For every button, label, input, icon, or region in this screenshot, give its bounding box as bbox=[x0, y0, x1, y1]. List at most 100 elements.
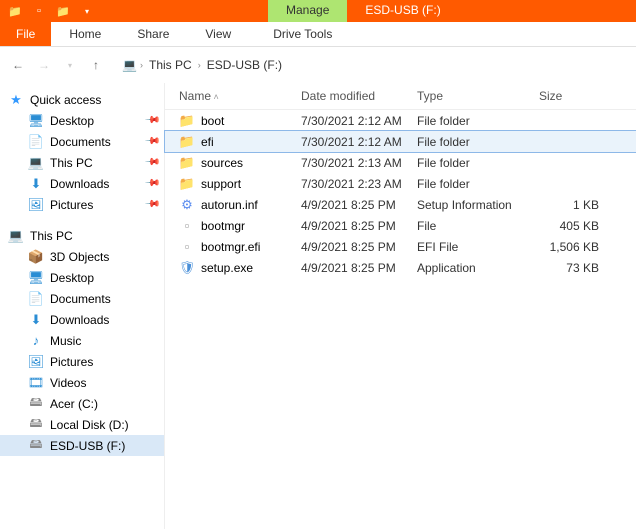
column-header-size[interactable]: Size bbox=[531, 89, 611, 103]
breadcrumb-segment[interactable]: ESD-USB (F:) bbox=[203, 58, 286, 72]
column-header-name[interactable]: Name bbox=[165, 89, 293, 103]
sidebar-item[interactable]: ♪ Music bbox=[0, 330, 164, 351]
sidebar-item[interactable]: 🖴Local Disk (D:) bbox=[0, 414, 164, 435]
qat-dropdown-icon[interactable]: ▾ bbox=[76, 2, 98, 20]
manage-context-tab[interactable]: Manage bbox=[268, 0, 347, 22]
recent-dropdown-icon[interactable]: ▾ bbox=[60, 55, 80, 75]
file-row[interactable]: 📁boot7/30/2021 2:12 AMFile folder bbox=[165, 110, 636, 131]
drive-icon: 🖴 bbox=[28, 417, 44, 433]
sidebar-item[interactable]: 📄Documents bbox=[0, 288, 164, 309]
ribbon-tabs: File Home Share View Drive Tools bbox=[0, 22, 636, 47]
sidebar-item-label: Downloads bbox=[50, 177, 109, 191]
sidebar-item-label: Downloads bbox=[50, 313, 109, 327]
address-bar[interactable]: 💻 › This PC › ESD-USB (F:) bbox=[122, 58, 286, 72]
folder-icon: 📁 bbox=[179, 134, 195, 150]
file-type-cell: File folder bbox=[409, 135, 531, 149]
pin-icon: 📌 bbox=[143, 175, 160, 192]
qat-folder-icon[interactable]: 📁 bbox=[52, 2, 74, 20]
forward-button[interactable]: → bbox=[34, 55, 54, 75]
column-headers: Name Date modified Type Size bbox=[165, 83, 636, 110]
file-name-cell: ⚙autorun.inf bbox=[171, 197, 293, 213]
sidebar-item[interactable]: ⬇Downloads bbox=[0, 309, 164, 330]
file-name-cell: ▫bootmgr bbox=[171, 218, 293, 234]
file-size-cell: 1 KB bbox=[531, 198, 611, 212]
sidebar-item[interactable]: 📦3D Objects bbox=[0, 246, 164, 267]
column-header-type[interactable]: Type bbox=[409, 89, 531, 103]
file-name-cell: 📁boot bbox=[171, 113, 293, 129]
sidebar-item[interactable]: 🖴ESD-USB (F:) bbox=[0, 435, 164, 456]
file-tab[interactable]: File bbox=[0, 22, 51, 46]
file-date-cell: 4/9/2021 8:25 PM bbox=[293, 219, 409, 233]
sidebar-item-label: Videos bbox=[50, 376, 86, 390]
pic-icon: 🖼 bbox=[28, 197, 44, 213]
file-name: bootmgr bbox=[201, 219, 245, 233]
folder-icon: 📁 bbox=[179, 176, 195, 192]
file-row[interactable]: ▫bootmgr.efi4/9/2021 8:25 PMEFI File1,50… bbox=[165, 236, 636, 257]
sidebar-item[interactable]: 🖥Desktop📌 bbox=[0, 110, 164, 131]
file-row[interactable]: ⚙autorun.inf4/9/2021 8:25 PMSetup Inform… bbox=[165, 194, 636, 215]
sidebar-item-label: Pictures bbox=[50, 198, 93, 212]
sidebar-item[interactable]: 🖥Desktop bbox=[0, 267, 164, 288]
file-rows: 📁boot7/30/2021 2:12 AMFile folder📁efi7/3… bbox=[165, 110, 636, 278]
pin-icon: 📌 bbox=[143, 112, 160, 129]
file-row[interactable]: 📁support7/30/2021 2:23 AMFile folder bbox=[165, 173, 636, 194]
breadcrumb-segment[interactable]: This PC bbox=[145, 58, 196, 72]
column-header-date[interactable]: Date modified bbox=[293, 89, 409, 103]
up-button[interactable]: ↑ bbox=[86, 55, 106, 75]
file-date-cell: 7/30/2021 2:23 AM bbox=[293, 177, 409, 191]
file-name: setup.exe bbox=[201, 261, 253, 275]
file-date-cell: 7/30/2021 2:12 AM bbox=[293, 114, 409, 128]
home-tab[interactable]: Home bbox=[51, 22, 119, 46]
file-type-cell: File folder bbox=[409, 177, 531, 191]
thispc-icon: 💻 bbox=[28, 155, 44, 171]
file-date-cell: 4/9/2021 8:25 PM bbox=[293, 261, 409, 275]
file-name-cell: 📁 efi bbox=[171, 134, 293, 150]
sidebar-item-label: Music bbox=[50, 334, 81, 348]
file-name: sources bbox=[201, 156, 243, 170]
back-button[interactable]: ← bbox=[8, 55, 28, 75]
share-tab[interactable]: Share bbox=[119, 22, 187, 46]
sidebar-item[interactable]: 🎞 Videos bbox=[0, 372, 164, 393]
sidebar-quick-access[interactable]: ★Quick access bbox=[0, 89, 164, 110]
file-row[interactable]: ▫bootmgr4/9/2021 8:25 PMFile405 KB bbox=[165, 215, 636, 236]
sidebar-item[interactable]: 🖴 Acer (C:) bbox=[0, 393, 164, 414]
view-tab[interactable]: View bbox=[187, 22, 249, 46]
navigation-pane: ★Quick access🖥Desktop📌📄Documents📌💻This P… bbox=[0, 83, 165, 529]
file-type-cell: Application bbox=[409, 261, 531, 275]
file-row[interactable]: 📁sources7/30/2021 2:13 AMFile folder bbox=[165, 152, 636, 173]
sidebar-item[interactable]: ⬇Downloads📌 bbox=[0, 173, 164, 194]
file-icon: ▫ bbox=[179, 239, 195, 255]
window-title: ESD-USB (F:) bbox=[347, 0, 458, 22]
quick-access-toolbar: 📁 ▫ 📁 ▾ bbox=[0, 0, 98, 22]
file-row[interactable]: 📁efi7/30/2021 2:12 AMFile folder bbox=[165, 131, 636, 152]
chevron-right-icon[interactable]: › bbox=[196, 60, 203, 70]
file-type-cell: File folder bbox=[409, 156, 531, 170]
drive-icon: 🖴 bbox=[28, 396, 44, 412]
sidebar-this-pc[interactable]: 💻This PC bbox=[0, 225, 164, 246]
file-name: bootmgr.efi bbox=[201, 240, 260, 254]
sidebar-item-label: Acer (C:) bbox=[50, 397, 98, 411]
sidebar-item[interactable]: 🖼Pictures bbox=[0, 351, 164, 372]
navigation-bar: ← → ▾ ↑ 💻 › This PC › ESD-USB (F:) bbox=[0, 47, 636, 83]
pic-icon: 🖼 bbox=[28, 354, 44, 370]
desktop-icon: 🖥 bbox=[28, 113, 44, 129]
drive-tools-tab[interactable]: Drive Tools bbox=[255, 22, 350, 46]
save-icon[interactable]: ▫ bbox=[28, 2, 50, 20]
file-name-cell: 🛡setup.exe bbox=[171, 260, 293, 276]
file-row[interactable]: 🛡setup.exe4/9/2021 8:25 PMApplication73 … bbox=[165, 257, 636, 278]
file-name-cell: 📁sources bbox=[171, 155, 293, 171]
sidebar-item-label: Quick access bbox=[30, 93, 101, 107]
chevron-right-icon[interactable]: › bbox=[138, 60, 145, 70]
file-name: efi bbox=[201, 135, 214, 149]
file-name-cell: 📁support bbox=[171, 176, 293, 192]
sidebar-item[interactable]: 🖼 Pictures 📌 bbox=[0, 194, 164, 215]
pin-icon: 📌 bbox=[143, 154, 160, 171]
sidebar-item[interactable]: 💻This PC📌 bbox=[0, 152, 164, 173]
sidebar-item[interactable]: 📄Documents📌 bbox=[0, 131, 164, 152]
obj3d-icon: 📦 bbox=[28, 249, 44, 265]
video-icon: 🎞 bbox=[28, 375, 44, 391]
music-icon: ♪ bbox=[28, 333, 44, 349]
file-date-cell: 7/30/2021 2:13 AM bbox=[293, 156, 409, 170]
docs-icon: 📄 bbox=[28, 291, 44, 307]
pin-icon: 📌 bbox=[143, 196, 160, 213]
